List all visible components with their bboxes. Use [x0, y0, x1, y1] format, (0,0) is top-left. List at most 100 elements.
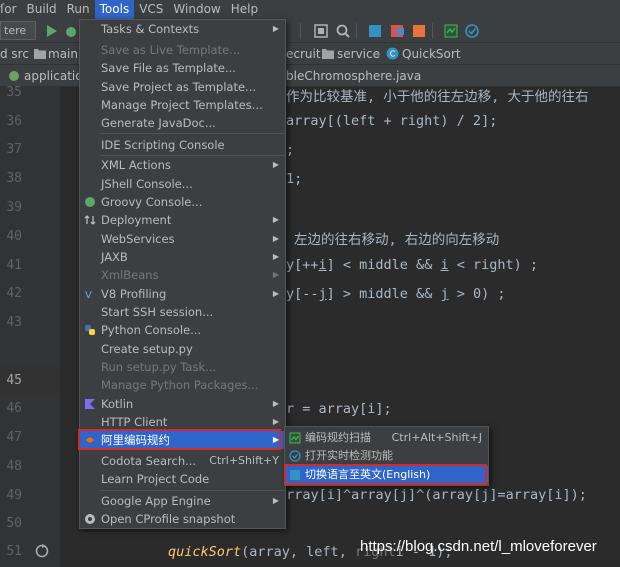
- v8-icon: V: [85, 290, 92, 300]
- code-line: 1;: [286, 171, 303, 187]
- code-token: i: [440, 257, 449, 273]
- line-number: 49: [6, 488, 22, 503]
- watermark: https://blog.csdn.net/l_mloveforever: [360, 538, 597, 555]
- menu-tools[interactable]: Tools: [94, 0, 135, 19]
- deployment-icon: [84, 215, 96, 225]
- plugin-icon[interactable]: [410, 22, 428, 40]
- code-token: j: [318, 286, 327, 302]
- menu-item-label: Start SSH session...: [101, 305, 214, 319]
- menu-item-open-cprofile[interactable]: Open CProfile snapshot: [80, 510, 285, 528]
- menu-item-v8-profiling[interactable]: V V8 Profiling ▶: [80, 285, 285, 303]
- submenu-item-realtime-check[interactable]: 打开实时检测功能: [285, 447, 488, 465]
- submenu-arrow-icon: ▶: [272, 252, 279, 261]
- plugin-icon[interactable]: [388, 22, 406, 40]
- menu-item-jshell-console[interactable]: JShell Console...: [80, 175, 285, 193]
- code-token: i: [318, 257, 327, 273]
- menu-item-label: Python Console...: [101, 323, 202, 337]
- menu-item-save-live-template: Save as Live Template...: [80, 41, 285, 59]
- line-number: 45: [6, 373, 22, 388]
- recursion-icon[interactable]: [34, 543, 50, 559]
- submenu-arrow-icon: ▶: [272, 160, 279, 169]
- menu-item-label: IDE Scripting Console: [101, 138, 225, 152]
- menu-item-xml-actions[interactable]: XML Actions ▶: [80, 156, 285, 174]
- menu-item-create-setup-py[interactable]: Create setup.py: [80, 340, 285, 358]
- search-icon[interactable]: [334, 22, 352, 40]
- cprofile-icon: [85, 514, 95, 524]
- tab-chromosphere[interactable]: bleChromosphere.java: [278, 65, 429, 87]
- menu-item-label: Learn Project Code: [101, 472, 210, 486]
- toolbar-separator: [356, 23, 357, 39]
- menu-item-xmlbeans: XmlBeans ▶: [80, 266, 285, 284]
- run-icon[interactable]: [42, 22, 60, 40]
- menu-item-webservices[interactable]: WebServices ▶: [80, 230, 285, 248]
- sdk-icon[interactable]: [366, 22, 384, 40]
- menu-item-learn-project-code[interactable]: Learn Project Code: [80, 470, 285, 488]
- submenu-arrow-icon: ▶: [272, 215, 279, 224]
- code-token: (array, left,: [241, 544, 355, 560]
- line-number: 39: [6, 200, 22, 215]
- menu-separator: [100, 133, 285, 134]
- code-line: array[(left + right) / 2];: [286, 113, 498, 129]
- submenu-arrow-icon: ▶: [272, 24, 279, 33]
- project-structure-icon[interactable]: [312, 22, 330, 40]
- line-number: 41: [6, 258, 22, 273]
- breadcrumb-separator: ›: [312, 47, 317, 61]
- run-config-select[interactable]: tere: [0, 21, 36, 40]
- menu-item-label: Google App Engine: [101, 494, 211, 508]
- line-number: 37: [6, 142, 22, 157]
- menu-item-label: Codota Search...: [101, 454, 197, 468]
- submenu-arrow-icon: ▶: [272, 289, 279, 298]
- menu-item-manage-project-templates[interactable]: Manage Project Templates...: [80, 96, 285, 114]
- check-circle-icon: [289, 450, 301, 462]
- menu-item-label: Run setup.py Task...: [101, 360, 217, 374]
- breadcrumb-service[interactable]: service: [337, 43, 380, 65]
- menu-item-python-console[interactable]: Python Console...: [80, 321, 285, 339]
- submenu-item-code-scan[interactable]: 编码规约扫描 Ctrl+Alt+Shift+J: [285, 429, 488, 447]
- breadcrumb-src[interactable]: d src: [0, 43, 29, 65]
- check-circle-icon[interactable]: [463, 22, 481, 40]
- menu-window[interactable]: Window: [168, 0, 225, 19]
- svg-text:V: V: [85, 290, 92, 300]
- breadcrumb-main[interactable]: main: [48, 43, 78, 65]
- debug-icon[interactable]: [62, 22, 80, 40]
- menu-item-jaxb[interactable]: JAXB ▶: [80, 248, 285, 266]
- line-number: 51: [6, 544, 22, 559]
- menu-item-google-app-engine[interactable]: Google App Engine ▶: [80, 492, 285, 510]
- menu-item-label: Create setup.py: [101, 342, 193, 356]
- code-token: y[++: [286, 257, 319, 273]
- menu-item-tasks-contexts[interactable]: Tasks & Contexts ▶: [80, 20, 285, 38]
- code-token: ] > middle &&: [326, 286, 441, 302]
- breadcrumb-quicksort[interactable]: QuickSort: [402, 43, 461, 65]
- menu-item-label: XML Actions: [101, 158, 171, 172]
- menu-item-label: Manage Python Packages...: [101, 378, 259, 392]
- menu-item-save-project-template[interactable]: Save Project as Template...: [80, 78, 285, 96]
- line-number: 38: [6, 171, 22, 186]
- menu-item-groovy-console[interactable]: Groovy Console...: [80, 193, 285, 211]
- menu-build[interactable]: Build: [22, 0, 62, 19]
- class-icon: C: [386, 47, 399, 60]
- menu-item-save-file-template[interactable]: Save File as Template...: [80, 59, 285, 77]
- code-scan-icon[interactable]: [442, 22, 460, 40]
- menu-item-deployment[interactable]: Deployment ▶: [80, 211, 285, 229]
- menu-help[interactable]: Help: [226, 0, 263, 19]
- menu-run[interactable]: Run: [62, 0, 95, 19]
- menu-item-run-setup-py: Run setup.py Task...: [80, 358, 285, 376]
- code-line: y[--j] > middle && j > 0) ;: [286, 286, 506, 302]
- menu-item-label: JShell Console...: [101, 177, 193, 191]
- menu-item-start-ssh[interactable]: Start SSH session...: [80, 303, 285, 321]
- menu-item-codota-search[interactable]: Codota Search... Ctrl+Shift+Y: [80, 452, 285, 470]
- line-number: 42: [6, 286, 22, 301]
- menu-item-generate-javadoc[interactable]: Generate JavaDoc...: [80, 114, 285, 132]
- line-number: 40: [6, 229, 22, 244]
- menu-separator: [100, 490, 285, 491]
- menu-item-kotlin[interactable]: Kotlin ▶: [80, 395, 285, 413]
- menu-vcs[interactable]: VCS: [134, 0, 168, 19]
- menu-item-ide-scripting-console[interactable]: IDE Scripting Console: [80, 136, 285, 154]
- menu-shortcut: Ctrl+Shift+Y: [209, 454, 279, 467]
- code-token: < right) ;: [448, 257, 538, 273]
- menu-shortcut: Ctrl+Alt+Shift+J: [391, 431, 482, 444]
- line-number: 48: [6, 459, 22, 474]
- menu-item-label: Deployment: [101, 213, 172, 227]
- submenu-arrow-icon: ▶: [272, 496, 279, 505]
- menu-editor[interactable]: ſor: [0, 0, 22, 19]
